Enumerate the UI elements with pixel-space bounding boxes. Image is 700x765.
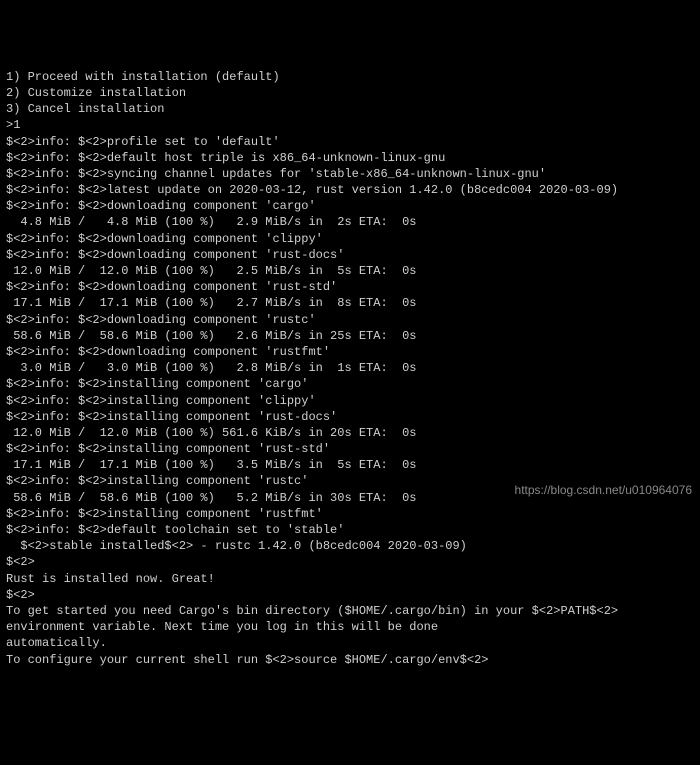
- terminal-line: $<2>info: $<2>latest update on 2020-03-1…: [6, 182, 694, 198]
- terminal-line: >1: [6, 117, 694, 133]
- terminal-line: $<2>info: $<2>downloading component 'rus…: [6, 344, 694, 360]
- terminal-line: $<2>info: $<2>profile set to 'default': [6, 134, 694, 150]
- terminal-line: 58.6 MiB / 58.6 MiB (100 %) 2.6 MiB/s in…: [6, 328, 694, 344]
- terminal-line: automatically.: [6, 635, 694, 651]
- terminal-line: 12.0 MiB / 12.0 MiB (100 %) 561.6 KiB/s …: [6, 425, 694, 441]
- terminal-output: 1) Proceed with installation (default)2)…: [6, 69, 694, 668]
- terminal-line: Rust is installed now. Great!: [6, 571, 694, 587]
- terminal-line: 12.0 MiB / 12.0 MiB (100 %) 2.5 MiB/s in…: [6, 263, 694, 279]
- terminal-line: 3.0 MiB / 3.0 MiB (100 %) 2.8 MiB/s in 1…: [6, 360, 694, 376]
- terminal-line: $<2>info: $<2>downloading component 'rus…: [6, 312, 694, 328]
- terminal-line: $<2>info: $<2>installing component 'rust…: [6, 409, 694, 425]
- terminal-line: $<2>info: $<2>downloading component 'rus…: [6, 279, 694, 295]
- watermark-text: https://blog.csdn.net/u010964076: [515, 482, 692, 498]
- terminal-line: $<2>info: $<2>downloading component 'rus…: [6, 247, 694, 263]
- terminal-line: 3) Cancel installation: [6, 101, 694, 117]
- terminal-line: $<2>: [6, 554, 694, 570]
- terminal-line: 4.8 MiB / 4.8 MiB (100 %) 2.9 MiB/s in 2…: [6, 214, 694, 230]
- terminal-line: $<2>info: $<2>default toolchain set to '…: [6, 522, 694, 538]
- terminal-line: To configure your current shell run $<2>…: [6, 652, 694, 668]
- terminal-line: To get started you need Cargo's bin dire…: [6, 603, 694, 619]
- terminal-line: 17.1 MiB / 17.1 MiB (100 %) 3.5 MiB/s in…: [6, 457, 694, 473]
- terminal-line: $<2>info: $<2>installing component 'rust…: [6, 506, 694, 522]
- terminal-line: $<2>stable installed$<2> - rustc 1.42.0 …: [6, 538, 694, 554]
- terminal-line: $<2>info: $<2>installing component 'clip…: [6, 393, 694, 409]
- terminal-line: 1) Proceed with installation (default): [6, 69, 694, 85]
- terminal-line: environment variable. Next time you log …: [6, 619, 694, 635]
- terminal-line: $<2>info: $<2>default host triple is x86…: [6, 150, 694, 166]
- terminal-line: $<2>info: $<2>installing component 'rust…: [6, 441, 694, 457]
- terminal-line: 17.1 MiB / 17.1 MiB (100 %) 2.7 MiB/s in…: [6, 295, 694, 311]
- terminal-line: $<2>info: $<2>syncing channel updates fo…: [6, 166, 694, 182]
- terminal-line: $<2>info: $<2>downloading component 'cli…: [6, 231, 694, 247]
- terminal-line: $<2>info: $<2>downloading component 'car…: [6, 198, 694, 214]
- terminal-line: $<2>: [6, 587, 694, 603]
- terminal-line: $<2>info: $<2>installing component 'carg…: [6, 376, 694, 392]
- terminal-line: 2) Customize installation: [6, 85, 694, 101]
